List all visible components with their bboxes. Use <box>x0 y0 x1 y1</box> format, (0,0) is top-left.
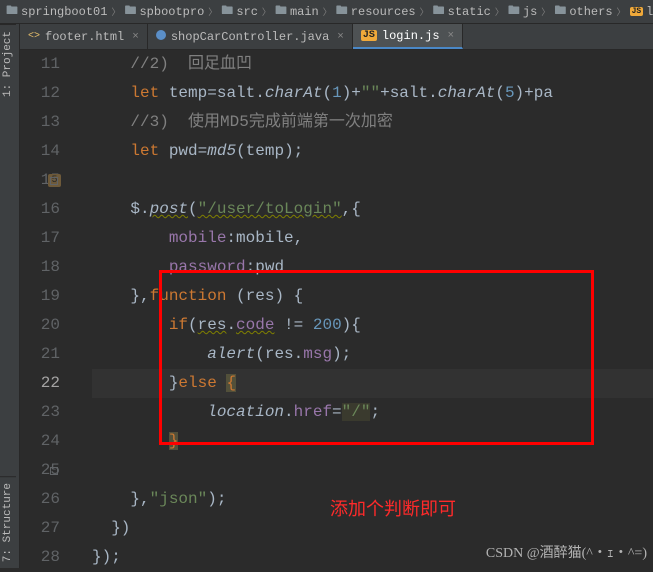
editor-tab[interactable]: <> footer.html × <box>20 24 148 49</box>
code-area[interactable]: //2) 回足血凹 let temp=salt.charAt(1)+""+sal… <box>80 50 653 568</box>
gutter: 11121314155−16171819202122💡232425−262728 <box>20 50 80 568</box>
line-number: 24 <box>20 427 60 456</box>
chevron-right-icon: 〉 <box>617 5 626 18</box>
code-line[interactable]: let pwd=md5(temp); <box>92 137 653 166</box>
breadcrumb-label: springboot01 <box>21 5 107 19</box>
code-line[interactable]: if(res.code != 200){ <box>92 311 653 340</box>
line-number: 25− <box>20 456 60 485</box>
code-line[interactable]: } <box>92 427 653 456</box>
chevron-right-icon: 〉 <box>262 5 271 18</box>
folder-icon: 🖿 <box>275 1 287 22</box>
code-line[interactable]: alert(res.msg); <box>92 340 653 369</box>
breadcrumb-item[interactable]: 🖿src <box>221 1 258 22</box>
close-icon[interactable]: × <box>132 31 139 43</box>
breadcrumb-label: main <box>290 5 319 19</box>
editor-tab[interactable]: shopCarController.java × <box>148 24 353 49</box>
breadcrumb: 🖿springboot01〉🖿spbootpro〉🖿src〉🖿main〉🖿res… <box>0 0 653 24</box>
breadcrumb-label: spbootpro <box>139 5 204 19</box>
code-line[interactable]: let temp=salt.charAt(1)+""+salt.charAt(5… <box>92 79 653 108</box>
code-line[interactable]: mobile:mobile, <box>92 224 653 253</box>
breadcrumb-label: static <box>448 5 491 19</box>
line-number: 20 <box>20 311 60 340</box>
watermark: CSDN @酒醉猫(^・ｪ・^=) <box>486 542 647 562</box>
tab-label: login.js <box>382 29 440 43</box>
fold-icon[interactable]: − <box>50 467 58 475</box>
line-number: 16 <box>20 195 60 224</box>
code-line[interactable]: //3) 使用MD5完成前端第一次加密 <box>92 108 653 137</box>
code-line[interactable]: $.post("/user/toLogin",{ <box>92 195 653 224</box>
close-icon[interactable]: × <box>337 31 344 43</box>
chevron-right-icon: 〉 <box>420 5 429 18</box>
breadcrumb-label: js <box>523 5 537 19</box>
line-number: 21 <box>20 340 60 369</box>
chevron-right-icon: 〉 <box>541 5 550 18</box>
java-file-icon <box>156 30 166 44</box>
folder-icon: 🖿 <box>554 1 566 22</box>
line-number: 23 <box>20 398 60 427</box>
html-file-icon: <> <box>28 31 40 42</box>
line-number: 13 <box>20 108 60 137</box>
code-editor[interactable]: 11121314155−16171819202122💡232425−262728… <box>20 50 653 568</box>
js-file-icon: JS <box>630 7 644 16</box>
breadcrumb-item[interactable]: 🖿springboot01 <box>6 1 107 22</box>
breadcrumb-label: src <box>236 5 258 19</box>
line-number: 12 <box>20 79 60 108</box>
breadcrumb-item[interactable]: 🖿others <box>554 1 612 22</box>
breadcrumb-label: login.js <box>646 5 653 19</box>
tab-label: shopCarController.java <box>171 30 329 44</box>
editor-tabs: <> footer.html × shopCarController.java × JS l… <box>20 24 653 50</box>
code-line[interactable]: //2) 回足血凹 <box>92 50 653 79</box>
close-icon[interactable]: × <box>448 30 455 42</box>
tab-label: footer.html <box>45 30 124 44</box>
line-number: 14 <box>20 137 60 166</box>
left-sidebar: 1: Project 7: Structure <box>0 24 20 568</box>
chevron-right-icon: 〉 <box>495 5 504 18</box>
folder-icon: 🖿 <box>336 1 348 22</box>
line-number: 11 <box>20 50 60 79</box>
breadcrumb-item[interactable]: 🖿js <box>508 1 537 22</box>
line-number: 19 <box>20 282 60 311</box>
annotation-text: 添加个判断即可 <box>330 495 456 521</box>
breadcrumb-label: resources <box>351 5 416 19</box>
folder-icon: 🖿 <box>433 1 445 22</box>
breadcrumb-item[interactable]: 🖿static <box>433 1 491 22</box>
breadcrumb-item[interactable]: JSlogin.js <box>630 5 653 19</box>
folder-icon: 🖿 <box>6 1 18 22</box>
folder-icon: 🖿 <box>508 1 520 22</box>
chevron-right-icon: 〉 <box>323 5 332 18</box>
line-number: 27 <box>20 514 60 543</box>
code-line[interactable]: location.href="/"; <box>92 398 653 427</box>
breadcrumb-item[interactable]: 🖿spbootpro <box>124 1 204 22</box>
code-line[interactable]: },function (res) { <box>92 282 653 311</box>
breadcrumb-label: others <box>569 5 612 19</box>
js-file-icon: JS <box>361 30 377 41</box>
editor-tab[interactable]: JS login.js × <box>353 24 463 49</box>
breadcrumb-item[interactable]: 🖿resources <box>336 1 416 22</box>
chevron-right-icon: 〉 <box>208 5 217 18</box>
sidebar-tab-structure[interactable]: 7: Structure <box>0 476 16 568</box>
code-line[interactable]: }else { <box>92 369 653 398</box>
line-number: 18 <box>20 253 60 282</box>
folder-icon: 🖿 <box>124 1 136 22</box>
chevron-right-icon: 〉 <box>111 5 120 18</box>
line-number: 155− <box>20 166 60 195</box>
code-line[interactable]: password:pwd <box>92 253 653 282</box>
breadcrumb-item[interactable]: 🖿main <box>275 1 319 22</box>
folder-icon: 🖿 <box>221 1 233 22</box>
code-line[interactable] <box>92 456 653 485</box>
fold-icon[interactable]: − <box>50 177 58 185</box>
sidebar-tab-project[interactable]: 1: Project <box>0 24 16 103</box>
line-number: 22💡 <box>20 369 60 398</box>
code-line[interactable] <box>92 166 653 195</box>
line-number: 17 <box>20 224 60 253</box>
line-number: 26 <box>20 485 60 514</box>
